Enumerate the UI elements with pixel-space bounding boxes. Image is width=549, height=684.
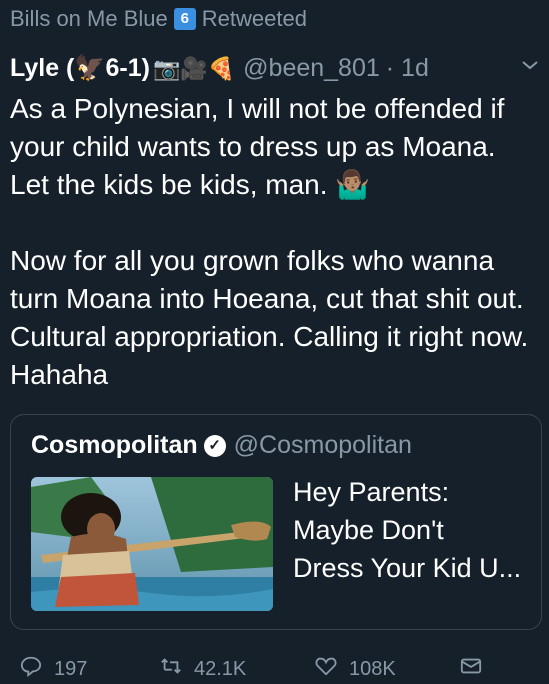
author-handle[interactable]: @been_801 bbox=[243, 54, 380, 83]
tweet-actions: 197 42.1K 108K bbox=[20, 654, 540, 684]
retweeter-badge: 6 bbox=[173, 8, 196, 30]
retweet-indicator[interactable]: Bills on Me Blue 6 Retweeted bbox=[10, 6, 307, 32]
retweeted-label: Retweeted bbox=[201, 6, 307, 31]
tweet-header: Lyle (🦅6-1) 📷🎥🍕 @been_801 · 1d bbox=[10, 54, 539, 83]
reply-button[interactable]: 197 bbox=[20, 655, 160, 683]
like-count: 108K bbox=[349, 657, 396, 680]
dm-button[interactable] bbox=[460, 655, 482, 683]
quoted-title-line-3: Dress Your Kid U... bbox=[293, 553, 522, 583]
reply-count: 197 bbox=[54, 657, 88, 680]
tweet-paragraph-2: Now for all you grown folks who wanna tu… bbox=[10, 245, 529, 390]
dm-icon bbox=[460, 655, 482, 683]
quoted-tweet[interactable]: Cosmopolitan ✓ @Cosmopolitan Hey Parents… bbox=[10, 414, 542, 630]
quoted-title-line-1: Hey Parents: bbox=[293, 477, 450, 507]
verified-icon: ✓ bbox=[203, 434, 226, 457]
quoted-tweet-header: Cosmopolitan ✓ @Cosmopolitan bbox=[31, 431, 412, 460]
retweeter-name: Bills on Me Blue bbox=[10, 6, 168, 31]
retweet-icon bbox=[160, 655, 182, 683]
author-emojis: 📷🎥🍕 bbox=[152, 55, 236, 81]
like-icon bbox=[315, 655, 337, 683]
quoted-tweet-image[interactable] bbox=[31, 477, 273, 611]
chevron-down-icon[interactable] bbox=[521, 56, 539, 80]
quoted-author-handle: @Cosmopolitan bbox=[233, 431, 412, 459]
author-name[interactable]: Lyle (🦅6-1) bbox=[10, 54, 150, 83]
reply-icon bbox=[20, 655, 42, 683]
quoted-title-line-2: Maybe Don't bbox=[293, 515, 444, 545]
retweet-button[interactable]: 42.1K bbox=[160, 655, 315, 683]
tweet-time[interactable]: · 1d bbox=[386, 54, 429, 83]
quoted-author-name: Cosmopolitan bbox=[31, 431, 198, 459]
tweet-text: As a Polynesian, I will not be offended … bbox=[10, 90, 540, 394]
tweet-paragraph-1: As a Polynesian, I will not be offended … bbox=[10, 93, 505, 200]
quoted-article-title: Hey Parents: Maybe Don't Dress Your Kid … bbox=[293, 473, 533, 587]
retweet-count: 42.1K bbox=[194, 657, 247, 680]
like-button[interactable]: 108K bbox=[315, 655, 460, 683]
